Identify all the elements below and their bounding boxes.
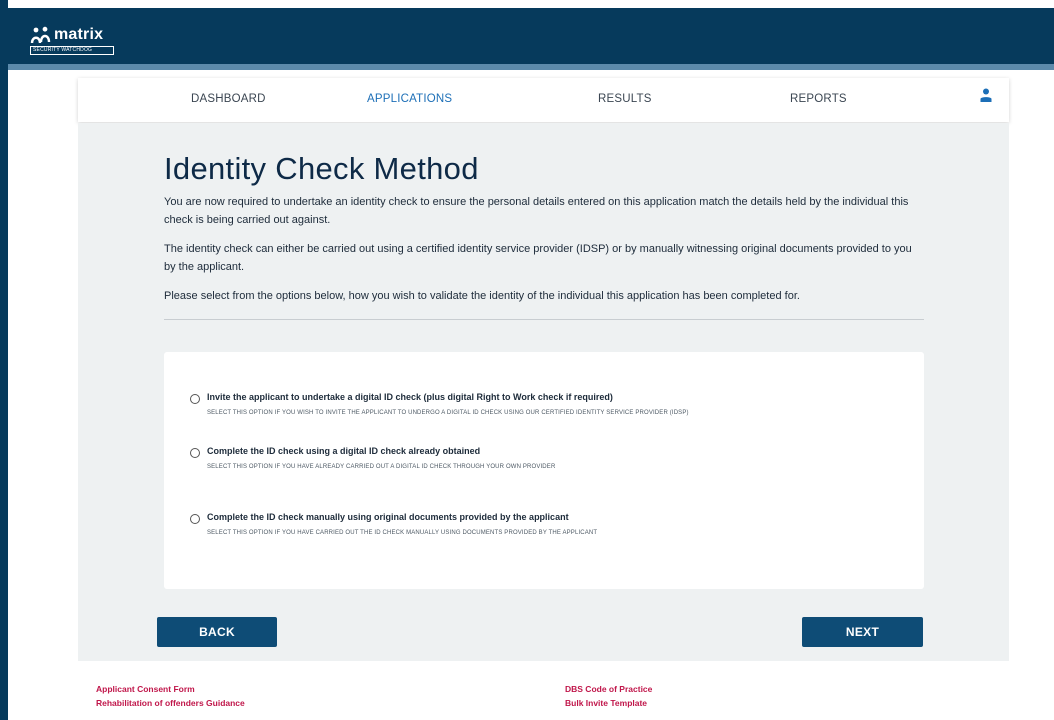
id-method-options: Invite the applicant to undertake a digi…	[164, 352, 924, 589]
window-left-border	[0, 0, 8, 720]
footer-link-rehabilitation-guidance[interactable]: Rehabilitation of offenders Guidance	[96, 698, 245, 708]
option-label: Complete the ID check manually using ori…	[207, 512, 569, 522]
nav-reports[interactable]: REPORTS	[790, 93, 847, 105]
next-button[interactable]: NEXT	[802, 617, 923, 647]
people-logo-icon	[30, 26, 51, 44]
brand-tagline: SECURITY WATCHDOG	[30, 46, 114, 55]
option-description: SELECT THIS OPTION IF YOU HAVE CARRIED O…	[207, 530, 598, 536]
option-description: SELECT THIS OPTION IF YOU WISH TO INVITE…	[207, 410, 689, 416]
nav-dashboard[interactable]: DASHBOARD	[191, 93, 266, 105]
nav-results[interactable]: RESULTS	[598, 93, 652, 105]
footer-link-consent-form[interactable]: Applicant Consent Form	[96, 684, 195, 694]
option-label: Invite the applicant to undertake a digi…	[207, 392, 613, 402]
brand-logo[interactable]: matrix SECURITY WATCHDOG	[30, 26, 114, 55]
top-header-bar: matrix SECURITY WATCHDOG	[8, 8, 1054, 64]
nav-applications[interactable]: APPLICATIONS	[367, 93, 452, 105]
header-accent-stripe	[8, 64, 1054, 70]
back-button[interactable]: BACK	[157, 617, 277, 647]
option-description: SELECT THIS OPTION IF YOU HAVE ALREADY C…	[207, 464, 556, 470]
idsp-paragraph: The identity check can either be carried…	[164, 243, 912, 273]
select-instruction: Please select from the options below, ho…	[164, 290, 800, 302]
footer-link-dbs-code[interactable]: DBS Code of Practice	[565, 684, 652, 694]
intro-paragraph: You are now required to undertake an ide…	[164, 196, 909, 226]
page-title: Identity Check Method	[164, 151, 479, 186]
radio-manual-documents[interactable]	[190, 514, 200, 524]
radio-existing-digital[interactable]	[190, 448, 200, 458]
user-icon[interactable]	[980, 88, 992, 102]
main-content: Identity Check Method You are now requir…	[78, 123, 1009, 661]
radio-digital-invite[interactable]	[190, 394, 200, 404]
option-label: Complete the ID check using a digital ID…	[207, 446, 481, 456]
section-divider	[164, 319, 924, 320]
brand-name: matrix	[54, 26, 104, 43]
main-navigation: DASHBOARD APPLICATIONS RESULTS REPORTS	[78, 78, 1009, 122]
footer-link-bulk-invite[interactable]: Bulk Invite Template	[565, 698, 647, 708]
